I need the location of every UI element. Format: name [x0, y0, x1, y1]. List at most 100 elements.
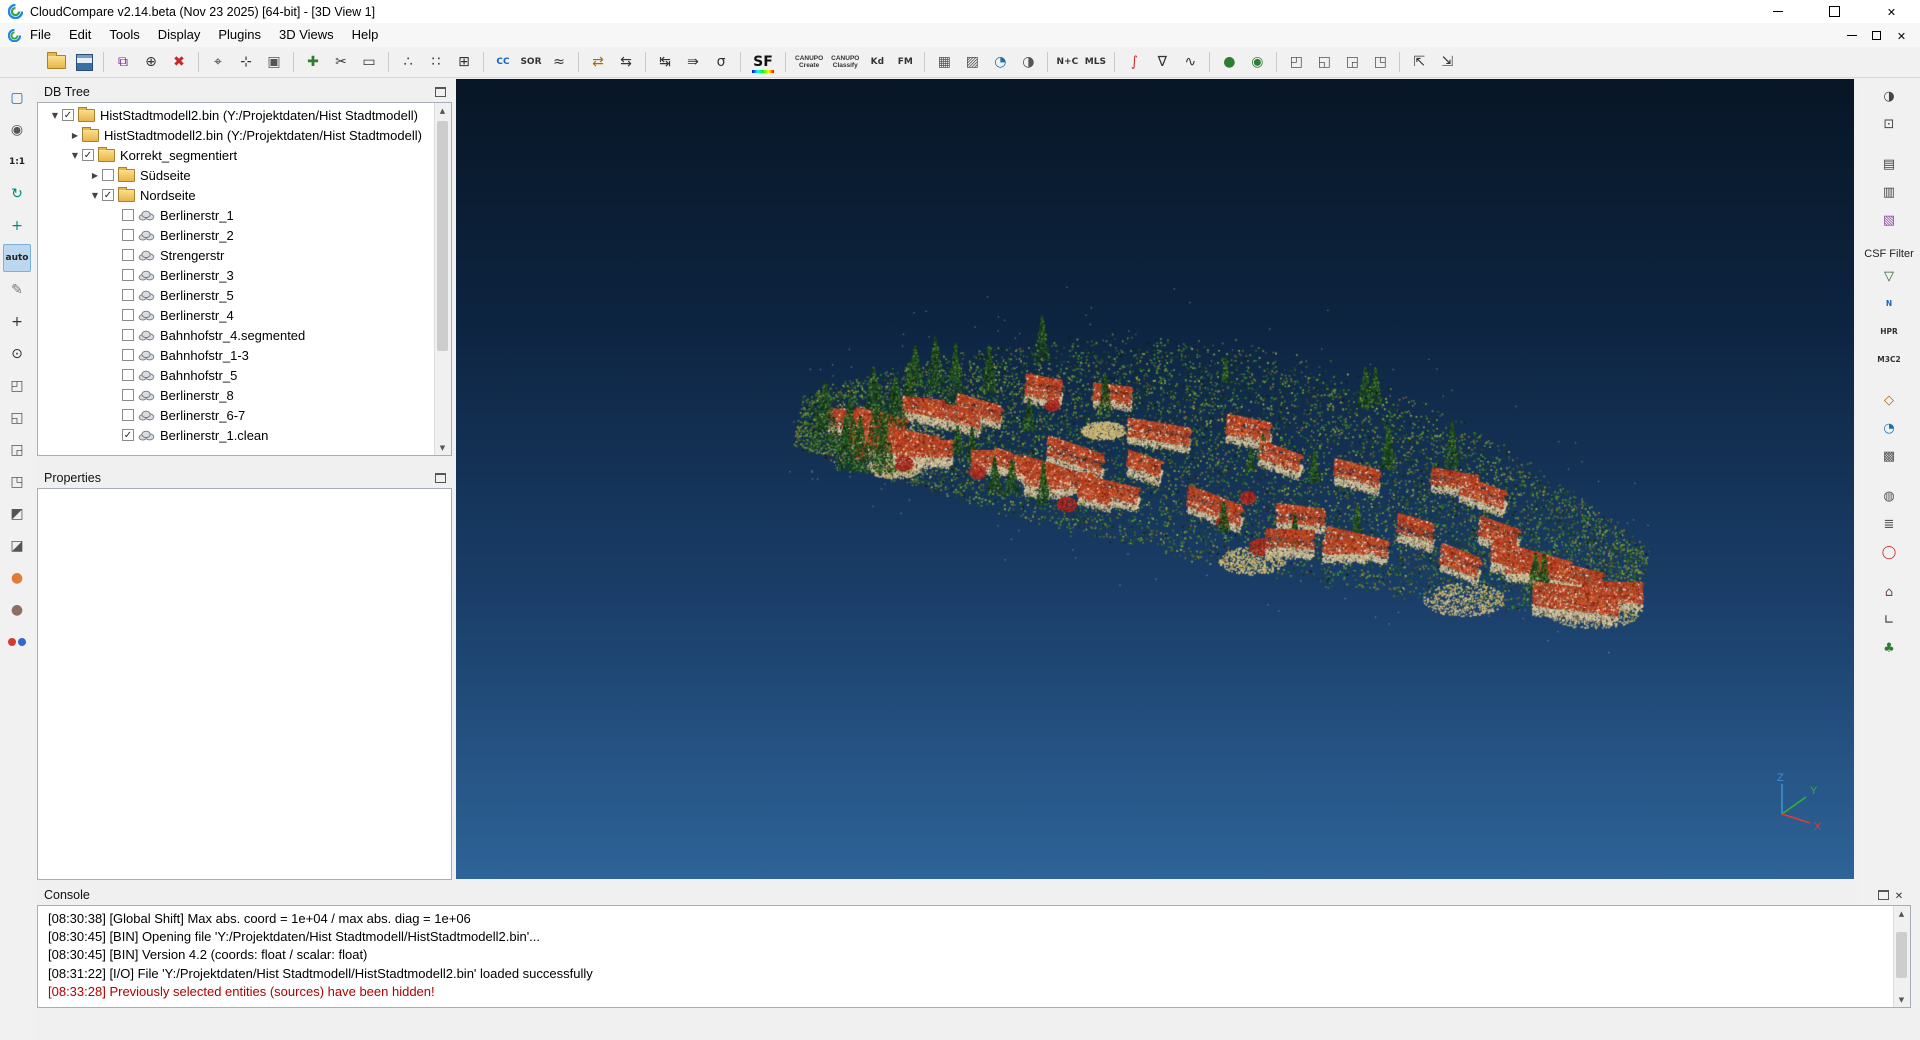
properties-float-button[interactable] [432, 470, 448, 486]
cloud-cloud-distance-button[interactable]: ↹ [652, 49, 678, 75]
view-front-button[interactable]: ◲ [3, 436, 31, 464]
menu-file[interactable]: File [21, 27, 60, 42]
visibility-checkbox[interactable] [122, 389, 134, 401]
poisson-recon-button[interactable]: ◍ [1876, 484, 1902, 508]
normals-compute-button[interactable]: N+C [1054, 49, 1080, 75]
expander-icon[interactable] [88, 171, 102, 180]
canupo-classify-button[interactable]: CANUPO Classify [828, 49, 862, 75]
visibility-checkbox[interactable] [122, 229, 134, 241]
console-scrollbar[interactable] [1893, 906, 1910, 1007]
expander-icon[interactable] [68, 151, 82, 160]
3d-viewport[interactable]: Z Y X [456, 79, 1854, 879]
zoom-1-1-button[interactable]: 1:1 [3, 148, 31, 176]
pivot-center-button[interactable]: + [3, 212, 31, 240]
delete-button[interactable]: ✖ [166, 49, 192, 75]
align-button[interactable]: ⇆ [613, 49, 639, 75]
octree-button[interactable]: ⊞ [451, 49, 477, 75]
open-button[interactable] [43, 49, 69, 75]
tree-item-histstadtmodell2-bin-y-projektdaten-hist-stadtmodell[interactable]: HistStadtmodell2.bin (Y:/Projektdaten/Hi… [38, 125, 434, 145]
console-float-button[interactable] [1875, 887, 1891, 903]
scroll-up-icon[interactable] [1894, 906, 1909, 921]
menu-3d-views[interactable]: 3D Views [270, 27, 343, 42]
point-list-picking-button[interactable]: ⊹ [233, 49, 259, 75]
facets-button[interactable]: ◇ [1876, 388, 1902, 412]
expander-icon[interactable] [68, 131, 82, 140]
canupo-create-button[interactable]: CANUPO Create [792, 49, 826, 75]
render-film-button[interactable]: ▥ [1876, 180, 1902, 204]
box-top-view-button[interactable]: ◰ [1283, 49, 1309, 75]
tree-item-korrekt-segmentiert[interactable]: Korrekt_segmentiert [38, 145, 434, 165]
box-back-view-button[interactable]: ◳ [1367, 49, 1393, 75]
subsample-button[interactable]: ∷ [423, 49, 449, 75]
3d-point-cloud[interactable] [456, 79, 1854, 879]
menu-display[interactable]: Display [149, 27, 210, 42]
measure-button[interactable]: ∟ [1876, 608, 1902, 632]
m3c2-button[interactable]: M3C2 [1876, 348, 1902, 372]
box-bottom-view-button[interactable]: ◱ [1311, 49, 1337, 75]
menu-plugins[interactable]: Plugins [209, 27, 270, 42]
mls-button[interactable]: MLS [1082, 49, 1108, 75]
visibility-checkbox[interactable] [102, 169, 114, 181]
globe-button[interactable]: ◔ [987, 49, 1013, 75]
tree-item-berlinerstr-2[interactable]: Berlinerstr_2 [38, 225, 434, 245]
roughness-button[interactable]: ∿ [1177, 49, 1203, 75]
tree-item-berlinerstr-5[interactable]: Berlinerstr_5 [38, 285, 434, 305]
expander-icon[interactable] [48, 111, 62, 120]
visibility-checkbox[interactable] [122, 409, 134, 421]
view-back-button[interactable]: ◳ [3, 468, 31, 496]
filter-by-sf-button[interactable]: SF [747, 49, 779, 75]
merge-button[interactable]: ⊕ [138, 49, 164, 75]
visibility-checkbox[interactable] [122, 249, 134, 261]
statistical-test-button[interactable]: σ [708, 49, 734, 75]
menu-help[interactable]: Help [343, 27, 388, 42]
tree-item-histstadtmodell2-bin-y-projektdaten-hist-stadtmodell[interactable]: HistStadtmodell2.bin (Y:/Projektdaten/Hi… [38, 105, 434, 125]
vegetation-button[interactable]: ♣ [1876, 636, 1902, 660]
visibility-checkbox[interactable] [122, 369, 134, 381]
visibility-checkbox[interactable] [102, 189, 114, 201]
sor-filter-button[interactable]: SOR [518, 49, 544, 75]
hpr-button[interactable]: HPR [1876, 320, 1902, 344]
visibility-checkbox[interactable] [122, 309, 134, 321]
fm-button[interactable]: FM [892, 49, 918, 75]
kd-tree-button[interactable]: Kd [864, 49, 890, 75]
segment-button[interactable]: ✂ [328, 49, 354, 75]
menu-edit[interactable]: Edit [60, 27, 100, 42]
ransac-button[interactable]: ▩ [1876, 444, 1902, 468]
scroll-down-icon[interactable] [1894, 992, 1909, 1007]
pcv-render-button[interactable]: ◑ [1876, 84, 1902, 108]
texture-button[interactable]: ▨ [959, 49, 985, 75]
mdi-restore-button[interactable] [1864, 25, 1889, 45]
scroll-thumb[interactable] [437, 121, 448, 351]
tree-item-berlinerstr-1[interactable]: Berlinerstr_1 [38, 205, 434, 225]
geo-globe-button[interactable]: ◔ [1876, 416, 1902, 440]
tree-item-bahnhofstr-1-3[interactable]: Bahnhofstr_1-3 [38, 345, 434, 365]
tree-item-berlinerstr-3[interactable]: Berlinerstr_3 [38, 265, 434, 285]
edit-pencil-button[interactable]: ✎ [3, 276, 31, 304]
color-scale-button[interactable]: ▧ [1876, 208, 1902, 232]
register-button[interactable]: ⇄ [585, 49, 611, 75]
save-button[interactable] [71, 49, 97, 75]
visibility-checkbox[interactable] [62, 109, 74, 121]
tree-item-bahnhofstr-4-segmented[interactable]: Bahnhofstr_4.segmented [38, 325, 434, 345]
clone-button[interactable]: ⧉ [110, 49, 136, 75]
tree-item-bahnhofstr-5[interactable]: Bahnhofstr_5 [38, 365, 434, 385]
db-tree-scrollbar[interactable] [434, 103, 451, 455]
clipping-box-button[interactable]: ▣ [261, 49, 287, 75]
ellipse-fit-button[interactable]: ◯ [1876, 540, 1902, 564]
layers-button[interactable]: ≣ [1876, 512, 1902, 536]
minimize-button[interactable] [1749, 0, 1806, 23]
crop-button[interactable]: ▭ [356, 49, 382, 75]
tree-item-berlinerstr-6-7[interactable]: Berlinerstr_6-7 [38, 405, 434, 425]
tree-item-berlinerstr-4[interactable]: Berlinerstr_4 [38, 305, 434, 325]
view-bottom-button[interactable]: ◱ [3, 404, 31, 432]
fit-page-button[interactable]: ⇱ [1406, 49, 1432, 75]
menu-tools[interactable]: Tools [100, 27, 148, 42]
mesh-button[interactable]: ▦ [931, 49, 957, 75]
tree-item-strengerstr[interactable]: Strengerstr [38, 245, 434, 265]
visibility-checkbox[interactable] [122, 269, 134, 281]
compass-button[interactable]: N [1876, 292, 1902, 316]
tree-item-s-dseite[interactable]: Südseite [38, 165, 434, 185]
cc-plugin-button[interactable]: CC [490, 49, 516, 75]
orbit-rotate-button[interactable]: ↻ [3, 180, 31, 208]
db-tree-float-button[interactable] [432, 84, 448, 100]
